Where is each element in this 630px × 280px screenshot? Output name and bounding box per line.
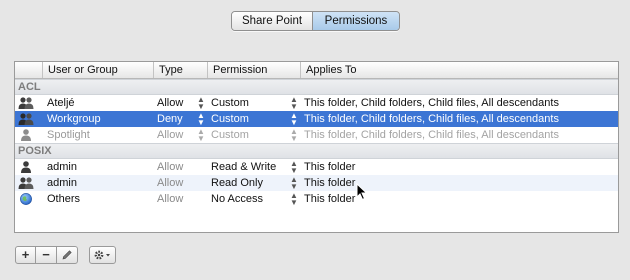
user-name: Ateljé [47,97,75,109]
permission-value[interactable]: Read Only [211,175,301,191]
tab-switcher: Share Point Permissions [231,11,400,31]
type-value: Allow [157,161,184,173]
user-name: Workgroup [47,113,101,125]
applies-to-value: This folder [304,193,356,205]
type-value: Allow [157,193,184,205]
remove-button[interactable]: − [35,246,57,264]
permission-value[interactable]: Custom [211,111,301,127]
group-icon [18,95,36,111]
gear-icon [94,250,110,260]
table-row[interactable]: Others Allow No Access ▲ ▼ This folder [15,191,618,207]
column-header-user[interactable]: User or Group [42,62,153,78]
posix-group-header: POSIX [15,143,618,159]
applies-to-value: This folder [304,161,356,173]
user-name: Others [47,193,81,205]
permission-stepper-icon[interactable]: ▲ ▼ [290,192,298,207]
permission-value[interactable]: No Access [211,191,301,207]
permission-stepper-icon[interactable]: ▲ ▼ [290,160,298,175]
type-stepper-icon[interactable]: ▲ ▼ [197,96,205,111]
applies-to-value[interactable]: This folder, Child folders, Child files,… [304,127,618,143]
table-row-selected[interactable]: Workgroup Deny ▲ ▼ Custom ▲ ▼ This folder,… [15,111,618,127]
add-button[interactable]: + [15,246,36,264]
group-icon [18,175,36,191]
group-icon [18,111,36,127]
user-icon [18,159,36,175]
column-header-type[interactable]: Type [153,62,207,78]
permission-value[interactable]: Read & Write [211,159,301,175]
table-row[interactable]: admin Allow Read & Write ▲ ▼ This folder [15,159,618,175]
permission-stepper-icon[interactable]: ▲ ▼ [290,128,298,143]
permission-stepper-icon[interactable]: ▲ ▼ [290,96,298,111]
table-body: ACL Ateljé Allow ▲ ▼ Custom ▲ ▼ This folde… [15,79,618,207]
user-name: admin [47,177,77,189]
column-header-applies[interactable]: Applies To [300,62,618,78]
table-row-dimmed[interactable]: Spotlight Allow ▲ ▼ Custom ▲ ▼ This folder… [15,127,618,143]
icon-column-header[interactable] [15,62,42,78]
type-stepper-icon[interactable]: ▲ ▼ [197,112,205,127]
user-icon [18,127,36,143]
edit-button[interactable] [56,246,78,264]
pencil-icon [62,250,72,260]
globe-icon [18,191,36,207]
column-header-permission[interactable]: Permission [207,62,300,78]
type-value: Allow [157,177,184,189]
permissions-table: User or Group Type Permission Applies To… [14,61,619,233]
permission-value[interactable]: Custom [211,95,301,111]
applies-to-value[interactable]: This folder, Child folders, Child files,… [304,95,618,111]
permission-stepper-icon[interactable]: ▲ ▼ [290,176,298,191]
type-stepper-icon[interactable]: ▲ ▼ [197,128,205,143]
permission-value[interactable]: Custom [211,127,301,143]
user-name: Spotlight [47,129,90,141]
applies-to-value[interactable]: This folder, Child folders, Child files,… [304,111,618,127]
user-name: admin [47,161,77,173]
mouse-pointer-icon [356,183,368,201]
tab-share-point[interactable]: Share Point [232,12,313,30]
table-row[interactable]: Ateljé Allow ▲ ▼ Custom ▲ ▼ This folder, C… [15,95,618,111]
applies-to-value: This folder [304,177,356,189]
permission-stepper-icon[interactable]: ▲ ▼ [290,112,298,127]
table-header: User or Group Type Permission Applies To [15,62,618,79]
table-row[interactable]: admin Allow Read Only ▲ ▼ This folder [15,175,618,191]
tab-permissions[interactable]: Permissions [313,12,399,30]
acl-group-header: ACL [15,79,618,95]
action-menu-button[interactable] [89,246,116,264]
